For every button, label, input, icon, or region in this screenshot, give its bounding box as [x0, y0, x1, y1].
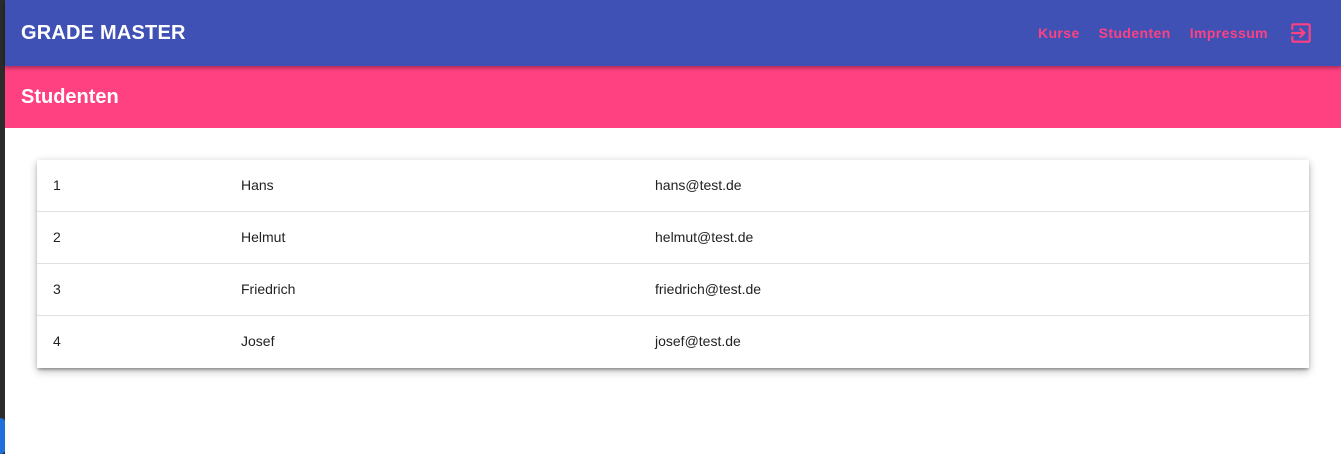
student-email: helmut@test.de: [655, 229, 754, 245]
list-item[interactable]: 4 Josef josef@test.de: [37, 316, 1309, 367]
nav-link-kurse[interactable]: Kurse: [1038, 25, 1080, 41]
student-email: friedrich@test.de: [655, 281, 762, 297]
student-name: Hans: [241, 177, 274, 193]
student-name: Helmut: [241, 229, 286, 245]
student-id: 4: [53, 333, 61, 349]
student-email: josef@test.de: [655, 333, 741, 349]
app-title: GRADE MASTER: [21, 22, 186, 44]
student-email: hans@test.de: [655, 177, 742, 193]
list-item[interactable]: 2 Helmut helmut@test.de: [37, 212, 1309, 264]
nav-link-impressum[interactable]: Impressum: [1190, 25, 1268, 41]
logout-icon[interactable]: [1288, 20, 1314, 46]
page-header: Studenten: [5, 66, 1341, 128]
app-window: GRADE MASTER Kurse Studenten Impressum S…: [5, 0, 1341, 454]
student-id: 1: [53, 177, 61, 193]
list-item[interactable]: 3 Friedrich friedrich@test.de: [37, 264, 1309, 316]
student-name: Friedrich: [241, 281, 296, 297]
student-id: 2: [53, 229, 61, 245]
list-item[interactable]: 1 Hans hans@test.de: [37, 160, 1309, 212]
students-list: 1 Hans hans@test.de 2 Helmut helmut@test…: [37, 160, 1309, 368]
nav-link-studenten[interactable]: Studenten: [1099, 25, 1171, 41]
page-title: Studenten: [21, 86, 119, 108]
top-toolbar: GRADE MASTER Kurse Studenten Impressum: [5, 0, 1341, 66]
student-id: 3: [53, 281, 61, 297]
student-name: Josef: [241, 333, 275, 349]
main-nav: Kurse Studenten Impressum: [1019, 20, 1314, 46]
